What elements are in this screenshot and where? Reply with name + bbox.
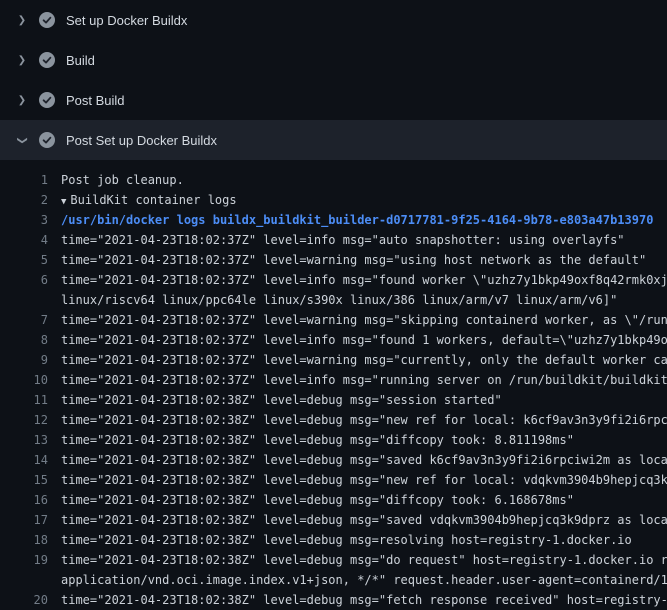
chevron-icon[interactable]: ❯ bbox=[17, 134, 28, 146]
log-line: application/vnd.oci.image.index.v1+json,… bbox=[0, 570, 667, 590]
log-line: 16 time="2021-04-23T18:02:38Z" level=deb… bbox=[0, 490, 667, 510]
log-line: 13 time="2021-04-23T18:02:38Z" level=deb… bbox=[0, 430, 667, 450]
log-line-number[interactable]: 19 bbox=[0, 550, 48, 570]
step-title: Set up Docker Buildx bbox=[66, 13, 187, 28]
log-line: 1 Post job cleanup. bbox=[0, 170, 667, 190]
step-title: Post Set up Docker Buildx bbox=[66, 133, 217, 148]
log-line-number[interactable]: 7 bbox=[0, 310, 48, 330]
check-circle-icon bbox=[39, 52, 55, 68]
log-line: 19 time="2021-04-23T18:02:38Z" level=deb… bbox=[0, 550, 667, 570]
log-line-number[interactable] bbox=[0, 570, 48, 590]
chevron-icon[interactable]: ❯ bbox=[16, 15, 28, 26]
log-line-text: time="2021-04-23T18:02:38Z" level=debug … bbox=[61, 510, 667, 530]
log-line: 8 time="2021-04-23T18:02:37Z" level=info… bbox=[0, 330, 667, 350]
log-line-number[interactable]: 8 bbox=[0, 330, 48, 350]
chevron-icon[interactable]: ❯ bbox=[16, 55, 28, 66]
log-line-text: Post job cleanup. bbox=[61, 170, 667, 190]
log-line: 4 time="2021-04-23T18:02:37Z" level=info… bbox=[0, 230, 667, 250]
log-line: 2 ▼BuildKit container logs bbox=[0, 190, 667, 210]
log-line: 14 time="2021-04-23T18:02:38Z" level=deb… bbox=[0, 450, 667, 470]
log-line-text: time="2021-04-23T18:02:37Z" level=warnin… bbox=[61, 350, 667, 370]
log-line: 15 time="2021-04-23T18:02:38Z" level=deb… bbox=[0, 470, 667, 490]
log-line-text: time="2021-04-23T18:02:38Z" level=debug … bbox=[61, 390, 667, 410]
log-line-text: time="2021-04-23T18:02:37Z" level=warnin… bbox=[61, 250, 667, 270]
log-line-text: time="2021-04-23T18:02:38Z" level=debug … bbox=[61, 590, 667, 610]
log-line-number[interactable]: 13 bbox=[0, 430, 48, 450]
log-line-text: time="2021-04-23T18:02:38Z" level=debug … bbox=[61, 530, 667, 550]
log-line-number[interactable]: 5 bbox=[0, 250, 48, 270]
step-header[interactable]: ❯ Build bbox=[0, 40, 667, 80]
log-line-number[interactable]: 11 bbox=[0, 390, 48, 410]
log-line-number[interactable]: 18 bbox=[0, 530, 48, 550]
check-circle-icon bbox=[39, 132, 55, 148]
log-line-text: time="2021-04-23T18:02:38Z" level=debug … bbox=[61, 430, 667, 450]
log-line: 17 time="2021-04-23T18:02:38Z" level=deb… bbox=[0, 510, 667, 530]
log-line-number[interactable]: 20 bbox=[0, 590, 48, 610]
log-line-number[interactable]: 12 bbox=[0, 410, 48, 430]
log-line-number[interactable]: 6 bbox=[0, 270, 48, 290]
log-line-number[interactable]: 15 bbox=[0, 470, 48, 490]
log-line-number[interactable] bbox=[0, 290, 48, 310]
log-line-number[interactable]: 3 bbox=[0, 210, 48, 230]
step-title: Post Build bbox=[66, 93, 125, 108]
log-line-text: time="2021-04-23T18:02:37Z" level=info m… bbox=[61, 230, 667, 250]
log-line-text: linux/riscv64 linux/ppc64le linux/s390x … bbox=[61, 290, 667, 310]
log-line-text: time="2021-04-23T18:02:38Z" level=debug … bbox=[61, 410, 667, 430]
log-line: linux/riscv64 linux/ppc64le linux/s390x … bbox=[0, 290, 667, 310]
log-line: 3 /usr/bin/docker logs buildx_buildkit_b… bbox=[0, 210, 667, 230]
log-line-number[interactable]: 1 bbox=[0, 170, 48, 190]
log-line-text: time="2021-04-23T18:02:37Z" level=info m… bbox=[61, 270, 667, 290]
group-caret-icon[interactable]: ▼ bbox=[61, 192, 66, 210]
log-line-text: time="2021-04-23T18:02:38Z" level=debug … bbox=[61, 550, 667, 570]
log-line-number[interactable]: 9 bbox=[0, 350, 48, 370]
log-line-number[interactable]: 16 bbox=[0, 490, 48, 510]
log-line-text: time="2021-04-23T18:02:37Z" level=info m… bbox=[61, 330, 667, 350]
log-line-text: time="2021-04-23T18:02:37Z" level=warnin… bbox=[61, 310, 667, 330]
log-line: 5 time="2021-04-23T18:02:37Z" level=warn… bbox=[0, 250, 667, 270]
check-circle-icon bbox=[39, 12, 55, 28]
step-title: Build bbox=[66, 53, 95, 68]
log-line-number[interactable]: 17 bbox=[0, 510, 48, 530]
step-header[interactable]: ❯ Post Build bbox=[0, 80, 667, 120]
log-line-text: time="2021-04-23T18:02:38Z" level=debug … bbox=[61, 490, 667, 510]
step-header[interactable]: ❯ Post Set up Docker Buildx bbox=[0, 120, 667, 160]
log-line: 7 time="2021-04-23T18:02:37Z" level=warn… bbox=[0, 310, 667, 330]
log-line-text: time="2021-04-23T18:02:38Z" level=debug … bbox=[61, 470, 667, 490]
log-line-text: time="2021-04-23T18:02:37Z" level=info m… bbox=[61, 370, 667, 390]
log-line-number[interactable]: 10 bbox=[0, 370, 48, 390]
step-header[interactable]: ❯ Set up Docker Buildx bbox=[0, 0, 667, 40]
log-line-number[interactable]: 14 bbox=[0, 450, 48, 470]
log-line-text: /usr/bin/docker logs buildx_buildkit_bui… bbox=[61, 210, 667, 230]
log-line-text[interactable]: ▼BuildKit container logs bbox=[61, 190, 667, 210]
log-line-text: application/vnd.oci.image.index.v1+json,… bbox=[61, 570, 667, 590]
log-line: 6 time="2021-04-23T18:02:37Z" level=info… bbox=[0, 270, 667, 290]
log-line: 11 time="2021-04-23T18:02:38Z" level=deb… bbox=[0, 390, 667, 410]
log-line-number[interactable]: 2 bbox=[0, 190, 48, 210]
log-line: 20 time="2021-04-23T18:02:38Z" level=deb… bbox=[0, 590, 667, 610]
log-line: 10 time="2021-04-23T18:02:37Z" level=inf… bbox=[0, 370, 667, 390]
log-line-text: time="2021-04-23T18:02:38Z" level=debug … bbox=[61, 450, 667, 470]
steps-list: ❯ Set up Docker Buildx ❯ Build ❯ Post Bu bbox=[0, 0, 667, 160]
log-line-number[interactable]: 4 bbox=[0, 230, 48, 250]
log-line: 12 time="2021-04-23T18:02:38Z" level=deb… bbox=[0, 410, 667, 430]
log-line: 9 time="2021-04-23T18:02:37Z" level=warn… bbox=[0, 350, 667, 370]
check-circle-icon bbox=[39, 92, 55, 108]
log-line: 18 time="2021-04-23T18:02:38Z" level=deb… bbox=[0, 530, 667, 550]
chevron-icon[interactable]: ❯ bbox=[16, 95, 28, 106]
log-area: 1 Post job cleanup. 2 ▼BuildKit containe… bbox=[0, 160, 667, 610]
